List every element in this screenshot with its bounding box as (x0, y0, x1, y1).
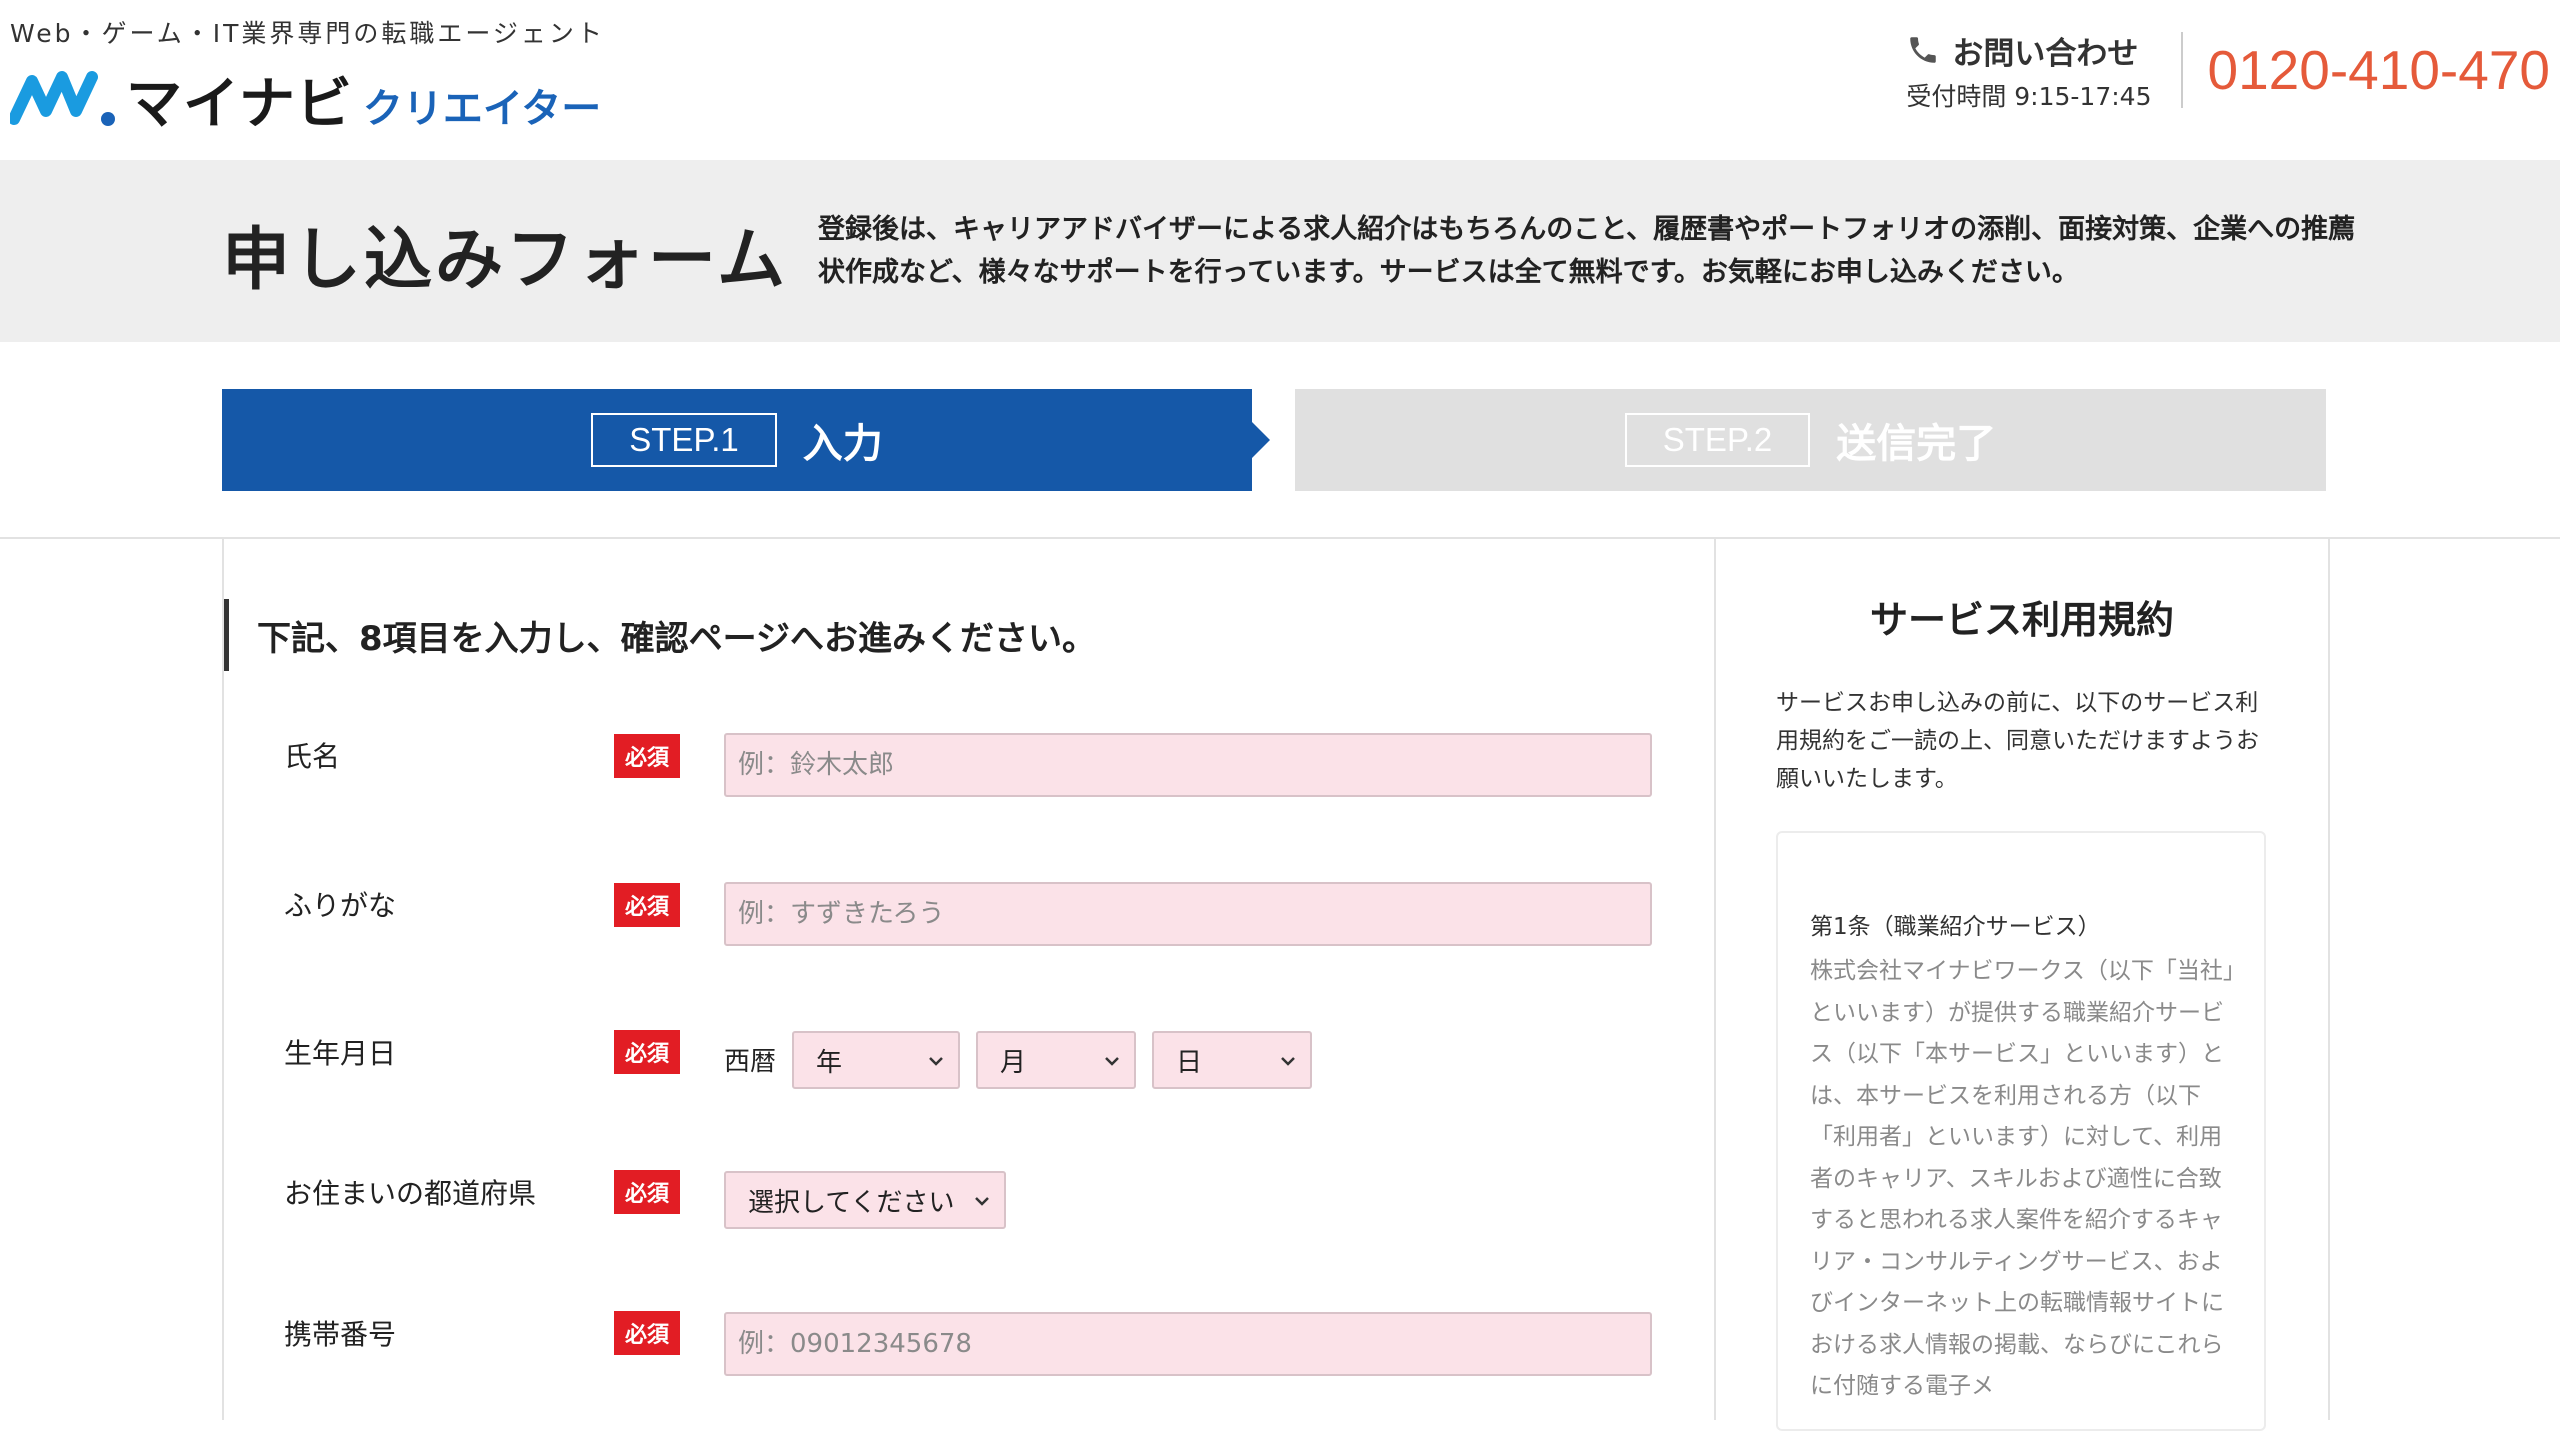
step-2: STEP.2 送信完了 (1295, 389, 2326, 491)
step-1-label: 入力 (802, 421, 883, 467)
application-form: 下記、8項目を入力し、確認ページへお進みください。 氏名 必須 ふりがな 必須 … (224, 539, 1714, 1420)
birth-month-value: 月 (1000, 1047, 1027, 1078)
required-badge: 必須 (614, 1030, 680, 1074)
hero-description: 登録後は、キャリアアドバイザーによる求人紹介はもちろんのこと、履歴書やポートフォ… (818, 214, 2356, 288)
step-2-label: 送信完了 (1836, 421, 1997, 467)
terms-title: サービス利用規約 (1869, 598, 2174, 642)
birth-day-value: 日 (1176, 1047, 1203, 1078)
form-area: 下記、8項目を入力し、確認ページへお進みください。 氏名 必須 ふりがな 必須 … (222, 539, 2330, 1431)
chevron-down-icon (929, 1057, 943, 1066)
furigana-label: ふりがな (284, 889, 397, 922)
hero-band: 申し込みフォーム 登録後は、キャリアアドバイザーによる求人紹介はもちろんのこと、… (0, 160, 2560, 342)
contact-info: お問い合わせ 受付時間 9:15-17:45 (1906, 32, 2184, 111)
birth-year-select[interactable]: 年 (792, 1031, 960, 1089)
phone-icon (1910, 37, 1937, 63)
terms-panel: サービス利用規約 サービスお申し込みの前に、以下のサービス利用規約をご一読の上、… (1714, 539, 2328, 1431)
birth-year-value: 年 (816, 1047, 843, 1078)
page-title: 申し込みフォーム (222, 221, 788, 300)
site-logo[interactable]: マイナビ クリエイター (10, 64, 602, 137)
required-badge: 必須 (614, 1311, 680, 1355)
chevron-down-icon (975, 1197, 989, 1206)
logo-main-text: マイナビ (126, 71, 353, 137)
contact-phone-link[interactable]: 0120-410-470 (2183, 38, 2550, 102)
site-header: Web・ゲーム・IT業界専門の転職エージェント マイナビ クリエイター お問い合… (0, 0, 2560, 160)
form-heading: 下記、8項目を入力し、確認ページへお進みください。 (224, 599, 1096, 671)
mobile-label: 携帯番号 (284, 1318, 397, 1351)
contact-block: お問い合わせ 受付時間 9:15-17:45 0120-410-470 (1906, 30, 2550, 111)
prefecture-value: 選択してください (748, 1187, 955, 1218)
name-label: 氏名 (284, 740, 341, 773)
step-2-number: STEP.2 (1624, 413, 1811, 467)
contact-hours: 受付時間 9:15-17:45 (1906, 81, 2152, 111)
step-1: STEP.1 入力 (222, 389, 1270, 491)
name-input[interactable] (724, 733, 1652, 797)
terms-article-title: 第1条（職業紹介サービス） (1810, 914, 2101, 940)
terms-intro: サービスお申し込みの前に、以下のサービス利用規約をご一読の上、同意いただけますよ… (1776, 690, 2259, 792)
chevron-down-icon (1281, 1057, 1295, 1066)
birthdate-label: 生年月日 (284, 1037, 397, 1070)
required-badge: 必須 (614, 734, 680, 778)
mobile-input[interactable] (724, 1312, 1652, 1376)
chevron-down-icon (1105, 1057, 1119, 1066)
prefecture-label: お住まいの都道府県 (284, 1177, 537, 1210)
birth-month-select[interactable]: 月 (976, 1031, 1136, 1089)
required-badge: 必須 (614, 883, 680, 927)
required-badge: 必須 (614, 1170, 680, 1214)
step-1-number: STEP.1 (591, 413, 777, 467)
contact-title: お問い合わせ (1906, 28, 2138, 73)
terms-scroll-box[interactable]: 第1条（職業紹介サービス） 株式会社マイナビワークス（以下「当社」といいます）が… (1776, 831, 2266, 1431)
furigana-input[interactable] (724, 882, 1652, 946)
era-label: 西暦 (724, 1047, 777, 1077)
terms-article-body: 株式会社マイナビワークス（以下「当社」といいます）が提供する職業紹介サービス（以… (1810, 958, 2235, 1399)
logo-mark-icon (10, 71, 115, 126)
birth-day-select[interactable]: 日 (1152, 1031, 1312, 1089)
logo-sub-text: クリエイター (362, 86, 602, 132)
prefecture-select[interactable]: 選択してください (724, 1171, 1006, 1229)
contact-title-text: お問い合わせ (1952, 35, 2139, 72)
header-tagline: Web・ゲーム・IT業界専門の転職エージェント (10, 19, 605, 48)
step-indicator: STEP.1 入力 STEP.2 送信完了 (222, 389, 2326, 491)
